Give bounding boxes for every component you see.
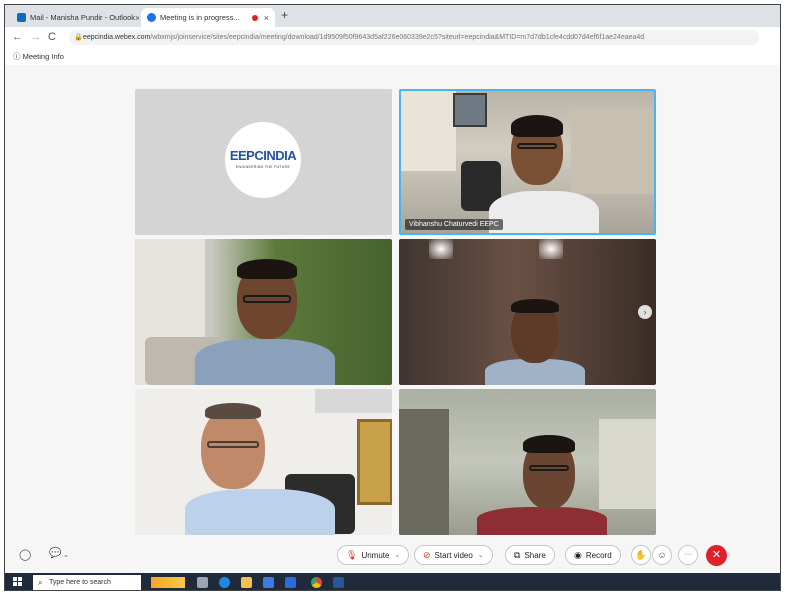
- windows-taskbar: ⌕ Type here to search: [5, 573, 780, 590]
- url-bar[interactable]: 🔒 eepcindia.webex.com/wbxmjs/joinservice…: [69, 30, 759, 45]
- participant-tile-4[interactable]: ›: [399, 239, 656, 385]
- forward-button[interactable]: →: [30, 31, 41, 43]
- person-head: [201, 407, 265, 489]
- share-label: Share: [524, 550, 546, 560]
- meeting-controls: ◯ 💬 ⌄ 🎙 Unmute ⌄ ⊘ Start video ⌄ ⧉ Share…: [5, 543, 780, 569]
- cabinet: [571, 109, 654, 194]
- participant-tile-3[interactable]: [135, 239, 392, 385]
- glasses: [529, 465, 569, 471]
- participant-tile-logo[interactable]: EEPCINDIA ENGINEERING THE FUTURE: [135, 89, 392, 235]
- record-button[interactable]: ◉ Record: [565, 545, 621, 565]
- chevron-down-icon[interactable]: ⌄: [478, 551, 484, 559]
- tab-webex-meeting[interactable]: Meeting is in progress... ×: [141, 8, 275, 27]
- share-screen-icon: ⧉: [514, 549, 521, 560]
- person-hair: [511, 299, 559, 313]
- eepc-logo: EEPCINDIA ENGINEERING THE FUTURE: [225, 122, 301, 198]
- address-row: ← → C 🔒 eepcindia.webex.com/wbxmjs/joins…: [5, 27, 780, 49]
- person-torso: [185, 489, 335, 535]
- reactions-icon[interactable]: ☺: [652, 545, 672, 565]
- reload-button[interactable]: C: [48, 31, 56, 43]
- glasses: [243, 295, 291, 303]
- webex-icon: [147, 13, 156, 22]
- chrome-icon[interactable]: [311, 577, 322, 588]
- edge-icon[interactable]: [219, 577, 230, 588]
- person-torso: [477, 507, 607, 535]
- person-hair: [511, 115, 563, 137]
- person-hair: [237, 259, 297, 279]
- tab-outlook[interactable]: Mail - Manisha Pundir - Outlook ×: [11, 8, 139, 27]
- info-icon: ⓘ: [13, 52, 21, 61]
- outlook-icon: [17, 13, 26, 22]
- new-tab-button[interactable]: +: [281, 8, 288, 22]
- logo-subtext: ENGINEERING THE FUTURE: [235, 165, 291, 169]
- person-hair: [523, 435, 575, 453]
- ceiling-light: [429, 239, 453, 259]
- back-button[interactable]: ←: [12, 31, 23, 43]
- leave-meeting-button[interactable]: ✕: [706, 545, 727, 566]
- chat-icon[interactable]: 💬: [49, 548, 61, 559]
- word-icon[interactable]: [333, 577, 344, 588]
- start-video-button[interactable]: ⊘ Start video ⌄: [414, 545, 493, 565]
- mail-icon[interactable]: [285, 577, 296, 588]
- task-view-icon[interactable]: [197, 577, 208, 588]
- chevron-down-icon[interactable]: ⌄: [63, 551, 69, 559]
- glasses: [207, 441, 259, 448]
- participant-tile-active-speaker[interactable]: Vibhanshu Chaturvedi EEPC: [399, 89, 656, 235]
- person-hair: [205, 403, 261, 419]
- door: [399, 409, 449, 535]
- video-off-icon: ⊘: [423, 549, 431, 560]
- search-placeholder: Type here to search: [49, 579, 111, 586]
- tab-strip: Mail - Manisha Pundir - Outlook × Meetin…: [5, 5, 780, 27]
- wall-panel: [401, 91, 456, 171]
- person-torso: [489, 191, 599, 233]
- participant-tile-6[interactable]: [399, 389, 656, 535]
- air-conditioner: [315, 389, 392, 413]
- more-options-button[interactable]: ···: [678, 545, 698, 565]
- speaker-name-tag: Vibhanshu Chaturvedi EEPC: [405, 219, 503, 230]
- chevron-down-icon[interactable]: ⌄: [394, 551, 400, 559]
- meeting-info-bar: ⓘ Meeting Info: [5, 49, 780, 65]
- logo-text: EEPCINDIA: [229, 148, 297, 163]
- url-path: /wbxmjs/joinservice/sites/eepcindia/meet…: [150, 34, 645, 41]
- ceiling-light: [539, 239, 563, 259]
- person-torso: [195, 339, 335, 385]
- meeting-stage: EEPCINDIA ENGINEERING THE FUTURE Vibhans…: [5, 65, 780, 555]
- store-icon[interactable]: [263, 577, 274, 588]
- unmute-button[interactable]: 🎙 Unmute ⌄: [337, 545, 410, 565]
- record-icon: ◉: [574, 549, 582, 560]
- meeting-info-link[interactable]: Meeting Info: [23, 52, 64, 61]
- url-host: eepcindia.webex.com: [83, 34, 151, 41]
- close-tab-icon[interactable]: ×: [264, 13, 269, 23]
- browser-window: Mail - Manisha Pundir - Outlook × Meetin…: [4, 4, 781, 591]
- recording-indicator-icon: [251, 14, 258, 21]
- file-explorer-icon[interactable]: [241, 577, 252, 588]
- layout-icon[interactable]: ◯: [19, 548, 31, 561]
- tab-label: Mail - Manisha Pundir - Outlook: [30, 13, 136, 22]
- mic-muted-icon: 🎙: [346, 549, 358, 560]
- share-button[interactable]: ⧉ Share: [505, 545, 555, 565]
- wall-painting: [357, 419, 392, 505]
- participant-tile-5[interactable]: [135, 389, 392, 535]
- wall-picture: [453, 93, 487, 127]
- taskbar-search-input[interactable]: ⌕ Type here to search: [33, 575, 141, 590]
- start-video-label: Start video: [434, 550, 473, 560]
- window: [599, 419, 656, 509]
- record-label: Record: [585, 550, 612, 560]
- news-widget-icon[interactable]: [151, 577, 185, 588]
- lock-icon: 🔒: [74, 34, 83, 41]
- windows-start-icon[interactable]: [13, 577, 23, 587]
- next-page-arrow-icon[interactable]: ›: [638, 305, 652, 319]
- raise-hand-icon[interactable]: ✋: [631, 545, 651, 565]
- unmute-label: Unmute: [361, 550, 390, 560]
- close-tab-icon[interactable]: ×: [135, 13, 139, 23]
- glasses: [517, 143, 557, 149]
- search-icon: ⌕: [38, 578, 43, 587]
- tab-label: Meeting is in progress...: [160, 13, 240, 22]
